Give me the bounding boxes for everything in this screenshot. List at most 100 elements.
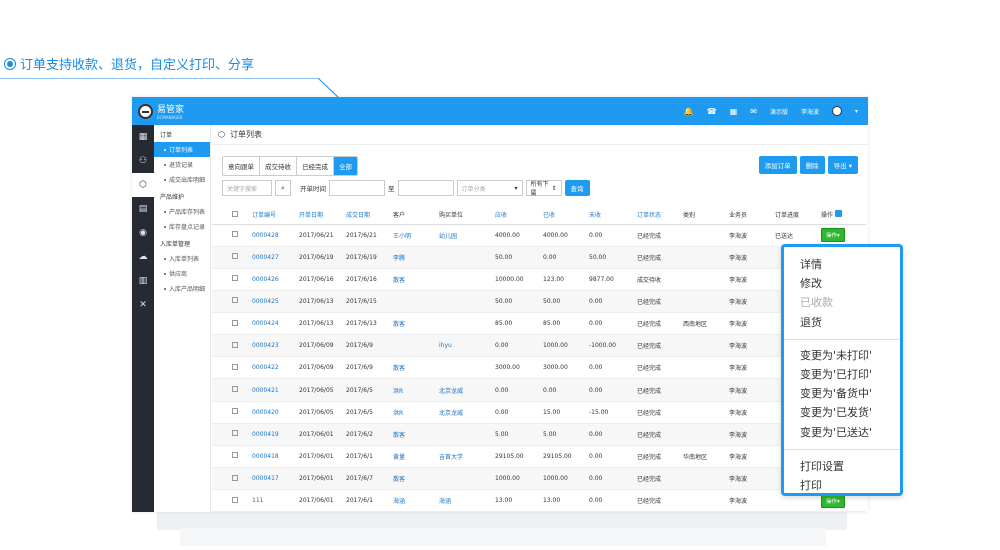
- nav-item-order-list[interactable]: 订单列表: [154, 142, 210, 157]
- columns-icon[interactable]: [834, 210, 842, 218]
- export-button[interactable]: 导出 ▾: [827, 156, 858, 174]
- tab-done[interactable]: 已经完成: [297, 157, 334, 175]
- col-receivable[interactable]: 应收: [493, 206, 541, 225]
- nav-item-stock-list[interactable]: 产品库存列表: [154, 204, 210, 219]
- table-cell[interactable]: 幼儿园: [437, 224, 493, 247]
- menu-item-preparing[interactable]: 变更为'备货中': [800, 385, 872, 401]
- table-cell[interactable]: 散客: [391, 467, 437, 491]
- nav-item-returns[interactable]: 退货记录: [154, 157, 210, 172]
- row-checkbox[interactable]: [232, 253, 238, 260]
- row-checkbox[interactable]: [232, 363, 238, 370]
- calendar-icon[interactable]: ▦: [132, 125, 154, 149]
- menu-item-delivered[interactable]: 变更为'已送达': [800, 424, 872, 440]
- table-cell[interactable]: 海涵: [437, 489, 493, 512]
- table-cell[interactable]: 0000420: [250, 401, 297, 424]
- subordinate-select[interactable]: 所有下属 ⇕: [525, 180, 562, 197]
- logo[interactable]: 易管家 ECMANAGER: [132, 102, 232, 120]
- search-icon[interactable]: ⌕: [275, 180, 291, 196]
- date-to-input[interactable]: [397, 180, 454, 196]
- date-from-input[interactable]: [329, 180, 385, 196]
- row-checkbox[interactable]: [232, 430, 238, 437]
- menu-item-unprinted[interactable]: 变更为'未打印': [800, 347, 872, 363]
- table-cell[interactable]: 0000427: [250, 246, 297, 269]
- col-status[interactable]: 订单状态: [635, 206, 681, 225]
- table-cell[interactable]: 北京龙威: [437, 401, 493, 424]
- delete-button[interactable]: 删除: [799, 156, 825, 174]
- table-cell[interactable]: 0000426: [250, 268, 297, 291]
- tab-intent[interactable]: 意向跟单: [223, 157, 260, 175]
- table-cell[interactable]: 111: [250, 489, 297, 512]
- row-checkbox[interactable]: [232, 341, 238, 348]
- row-checkbox[interactable]: [232, 297, 238, 304]
- menu-item-edit[interactable]: 修改: [800, 275, 822, 291]
- nav-item-inbound-detail[interactable]: 入库产品明细: [154, 281, 210, 296]
- table-cell[interactable]: ihyu: [437, 334, 493, 358]
- row-checkbox[interactable]: [232, 496, 238, 503]
- mail-icon[interactable]: ✉: [750, 107, 757, 116]
- table-cell[interactable]: 0000422: [250, 356, 297, 380]
- table-cell[interactable]: 散客: [391, 356, 437, 380]
- menu-item-print-settings[interactable]: 打印设置: [800, 458, 844, 474]
- col-deal-date[interactable]: 成交日期: [344, 206, 391, 225]
- query-button[interactable]: 查询: [564, 180, 590, 196]
- phone-icon[interactable]: ☎: [707, 107, 717, 116]
- table-cell[interactable]: 王小明: [391, 224, 437, 247]
- table-cell[interactable]: 0000421: [250, 378, 297, 402]
- add-order-button[interactable]: 添加订单: [758, 156, 797, 174]
- menu-item-detail[interactable]: 详情: [800, 256, 822, 272]
- grid-icon[interactable]: ▦: [730, 107, 738, 116]
- table-cell[interactable]: 散客: [391, 312, 437, 336]
- menu-item-print[interactable]: 打印: [800, 477, 822, 493]
- row-checkbox[interactable]: [232, 386, 238, 393]
- nav-item-stocktake[interactable]: 库存盘点记录: [154, 219, 210, 234]
- table-cell[interactable]: 散客: [391, 423, 437, 446]
- bell-icon[interactable]: 🔔: [684, 107, 694, 116]
- users-icon[interactable]: ⚇: [132, 149, 154, 173]
- clipboard-icon[interactable]: ▤: [132, 197, 154, 221]
- menu-item-shipped[interactable]: 变更为'已发货': [800, 404, 872, 420]
- table-cell[interactable]: 海涵: [391, 489, 437, 512]
- money-icon[interactable]: ◉: [132, 221, 154, 245]
- table-cell[interactable]: 0000419: [250, 423, 297, 446]
- nav-item-outbound[interactable]: 成交出库明细: [154, 172, 210, 187]
- table-cell[interactable]: 0000423: [250, 334, 297, 358]
- table-cell[interactable]: 散客: [391, 268, 437, 291]
- table-cell[interactable]: 洪R: [391, 378, 437, 402]
- table-cell[interactable]: 0000418: [250, 445, 297, 469]
- row-checkbox[interactable]: [232, 319, 238, 326]
- col-unpaid[interactable]: 未收: [587, 206, 635, 225]
- table-cell[interactable]: 洪R: [391, 401, 437, 424]
- cloud-icon[interactable]: ☁: [132, 245, 154, 269]
- nav-item-inbound-list[interactable]: 入库单列表: [154, 251, 210, 266]
- nav-item-suppliers[interactable]: 供应商: [154, 266, 210, 281]
- table-cell[interactable]: 吉首大学: [437, 445, 493, 469]
- box-icon[interactable]: ⬡: [132, 173, 154, 197]
- demo-link[interactable]: 演示版: [770, 107, 788, 116]
- menu-item-printed[interactable]: 变更为'已打印': [800, 366, 872, 382]
- row-checkbox[interactable]: [232, 408, 238, 415]
- user-name[interactable]: 李海波: [801, 107, 819, 116]
- row-checkbox[interactable]: [232, 275, 238, 282]
- table-cell[interactable]: 0000425: [250, 290, 297, 314]
- row-checkbox[interactable]: [232, 452, 238, 459]
- table-cell[interactable]: 李腾: [391, 246, 437, 269]
- select-all-checkbox[interactable]: [232, 210, 238, 217]
- row-checkbox[interactable]: [232, 231, 238, 238]
- category-select[interactable]: 订单分类 ▾: [456, 180, 523, 196]
- tools-icon[interactable]: ✕: [132, 293, 154, 317]
- keyword-input[interactable]: 关键字搜索: [222, 180, 272, 196]
- table-cell[interactable]: 0000424: [250, 312, 297, 336]
- col-open-date[interactable]: 开单日期: [297, 206, 344, 225]
- chevron-down-icon[interactable]: ▾: [855, 108, 858, 115]
- bar-chart-icon[interactable]: ▥: [132, 269, 154, 293]
- table-cell[interactable]: 北京龙威: [437, 378, 493, 402]
- row-action-button[interactable]: 操作▾: [821, 228, 845, 243]
- row-checkbox[interactable]: [232, 474, 238, 481]
- table-cell[interactable]: 0000428: [250, 224, 297, 247]
- col-received[interactable]: 已收: [541, 206, 587, 225]
- table-cell[interactable]: 黄量: [391, 445, 437, 469]
- user-avatar-icon[interactable]: [831, 106, 842, 116]
- tab-all[interactable]: 全部: [334, 157, 357, 175]
- menu-item-return[interactable]: 退货: [800, 314, 822, 330]
- col-order-no[interactable]: 订单编号: [250, 206, 297, 225]
